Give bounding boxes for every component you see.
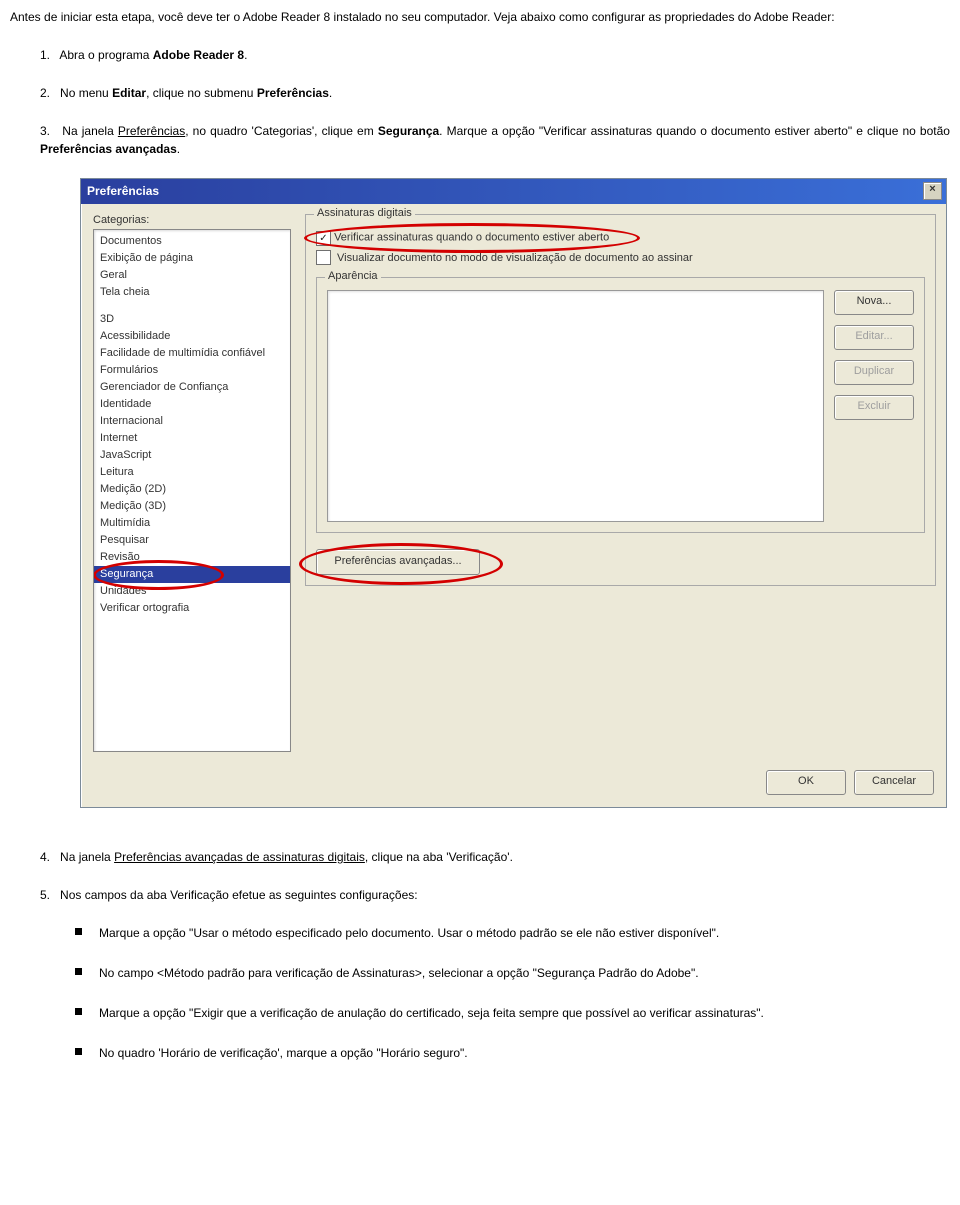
list-item[interactable]: Internet <box>94 430 290 447</box>
excluir-button[interactable]: Excluir <box>834 395 914 420</box>
sub-bullets: Marque a opção "Usar o método especifica… <box>75 924 950 1062</box>
list-item[interactable]: 3D <box>94 311 290 328</box>
preferences-dialog: Preferências × Categorias: Documentos Ex… <box>80 178 947 808</box>
list-item[interactable]: Medição (3D) <box>94 498 290 515</box>
checkbox-view-document[interactable]: Visualizar documento no modo de visualiz… <box>316 248 925 267</box>
dialog-screenshot: Preferências × Categorias: Documentos Ex… <box>80 178 950 808</box>
step-text: . <box>177 142 180 156</box>
cancel-button[interactable]: Cancelar <box>854 770 934 795</box>
step-2: 2. No menu Editar, clique no submenu Pre… <box>40 84 950 102</box>
step-number: 5. <box>40 888 50 902</box>
list-item[interactable]: Leitura <box>94 464 290 481</box>
group-legend: Aparência <box>325 270 381 282</box>
bullet-item: No quadro 'Horário de verificação', marq… <box>75 1044 950 1062</box>
ok-button[interactable]: OK <box>766 770 846 795</box>
step-5: 5. Nos campos da aba Verificação efetue … <box>40 886 950 904</box>
step-bold: Adobe Reader 8 <box>153 48 244 62</box>
step-text: Abra o programa <box>59 48 152 62</box>
titlebar: Preferências × <box>81 179 946 204</box>
step-number: 4. <box>40 850 50 864</box>
checkbox-label: Verificar assinaturas quando o documento… <box>334 232 609 244</box>
step-text: , no quadro 'Categorias', clique em <box>185 124 378 138</box>
checkbox-icon <box>316 250 331 265</box>
step-3: 3. Na janela Preferências, no quadro 'Ca… <box>40 122 950 158</box>
list-item[interactable]: Pesquisar <box>94 532 290 549</box>
step-bold: Preferências <box>257 86 329 100</box>
step-text-end: . <box>244 48 247 62</box>
intro-paragraph: Antes de iniciar esta etapa, você deve t… <box>10 8 950 26</box>
checkbox-label: Visualizar documento no modo de visualiz… <box>337 252 693 264</box>
dialog-title: Preferências <box>87 184 159 198</box>
step-number: 2. <box>40 86 50 100</box>
group-legend: Assinaturas digitais <box>314 207 415 219</box>
editar-button[interactable]: Editar... <box>834 325 914 350</box>
duplicar-button[interactable]: Duplicar <box>834 360 914 385</box>
categories-label: Categorias: <box>93 214 291 226</box>
list-item[interactable]: Geral <box>94 267 290 284</box>
step-bold: Editar <box>112 86 146 100</box>
step-text: . <box>329 86 332 100</box>
list-item[interactable]: Acessibilidade <box>94 328 290 345</box>
preferencias-avancadas-button[interactable]: Preferências avançadas... <box>316 549 480 575</box>
step-text: . Marque a opção "Verificar assinaturas … <box>439 124 950 138</box>
bullet-item: No campo <Método padrão para verificação… <box>75 964 950 982</box>
digital-signatures-group: Assinaturas digitais ✓ Verificar assinat… <box>305 214 936 586</box>
checkbox-icon: ✓ <box>316 231 331 246</box>
step-text: , clique no submenu <box>146 86 257 100</box>
list-item[interactable]: Unidades <box>94 583 290 600</box>
list-item[interactable]: Documentos <box>94 233 290 250</box>
step-text: Na janela <box>60 850 114 864</box>
list-item[interactable]: Facilidade de multimídia confiável <box>94 345 290 362</box>
list-item[interactable]: Identidade <box>94 396 290 413</box>
steps-list-2: 4. Na janela Preferências avançadas de a… <box>40 848 950 904</box>
step-4: 4. Na janela Preferências avançadas de a… <box>40 848 950 866</box>
list-item[interactable]: Verificar ortografia <box>94 600 290 617</box>
nova-button[interactable]: Nova... <box>834 290 914 315</box>
list-item[interactable]: Exibição de página <box>94 250 290 267</box>
step-text: , clique na aba 'Verificação'. <box>365 850 513 864</box>
appearance-group: Aparência Nova... Editar... Duplicar Exc… <box>316 277 925 533</box>
categories-listbox[interactable]: Documentos Exibição de página Geral Tela… <box>93 229 291 752</box>
list-item[interactable]: Formulários <box>94 362 290 379</box>
step-text: No menu <box>60 86 112 100</box>
step-bold: Segurança <box>378 124 439 138</box>
step-underline: Preferências <box>118 124 185 138</box>
close-icon[interactable]: × <box>923 182 942 200</box>
step-number: 1. <box>40 48 50 62</box>
list-item[interactable]: JavaScript <box>94 447 290 464</box>
step-1: 1. Abra o programa Adobe Reader 8. <box>40 46 950 64</box>
list-item[interactable]: Internacional <box>94 413 290 430</box>
list-item-selected[interactable]: Segurança <box>94 566 290 583</box>
step-number: 3. <box>40 124 50 138</box>
list-item[interactable]: Tela cheia <box>94 284 290 301</box>
step-underline: Preferências avançadas de assinaturas di… <box>114 850 365 864</box>
list-item[interactable]: Revisão <box>94 549 290 566</box>
list-item[interactable]: Medição (2D) <box>94 481 290 498</box>
bullet-item: Marque a opção "Exigir que a verificação… <box>75 1004 950 1022</box>
steps-list: 1. Abra o programa Adobe Reader 8. 2. No… <box>40 46 950 158</box>
list-item[interactable]: Multimídia <box>94 515 290 532</box>
step-text: Nos campos da aba Verificação efetue as … <box>60 888 418 902</box>
appearance-list[interactable] <box>327 290 824 522</box>
bullet-item: Marque a opção "Usar o método especifica… <box>75 924 950 942</box>
list-item[interactable]: Gerenciador de Confiança <box>94 379 290 396</box>
checkbox-verify-signatures[interactable]: ✓ Verificar assinaturas quando o documen… <box>316 229 609 248</box>
step-text: Na janela <box>62 124 118 138</box>
step-bold: Preferências avançadas <box>40 142 177 156</box>
